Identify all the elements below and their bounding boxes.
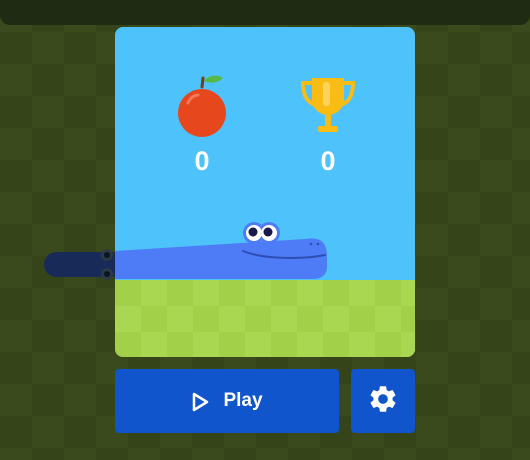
snake-eyes — [243, 222, 280, 244]
game-panel: 0 0 — [115, 27, 415, 357]
settings-button[interactable] — [351, 369, 415, 433]
snake — [115, 222, 327, 279]
play-icon — [191, 392, 209, 412]
play-button-label: Play — [223, 390, 263, 411]
gear-icon — [367, 383, 399, 420]
play-button[interactable]: Play — [115, 369, 339, 433]
